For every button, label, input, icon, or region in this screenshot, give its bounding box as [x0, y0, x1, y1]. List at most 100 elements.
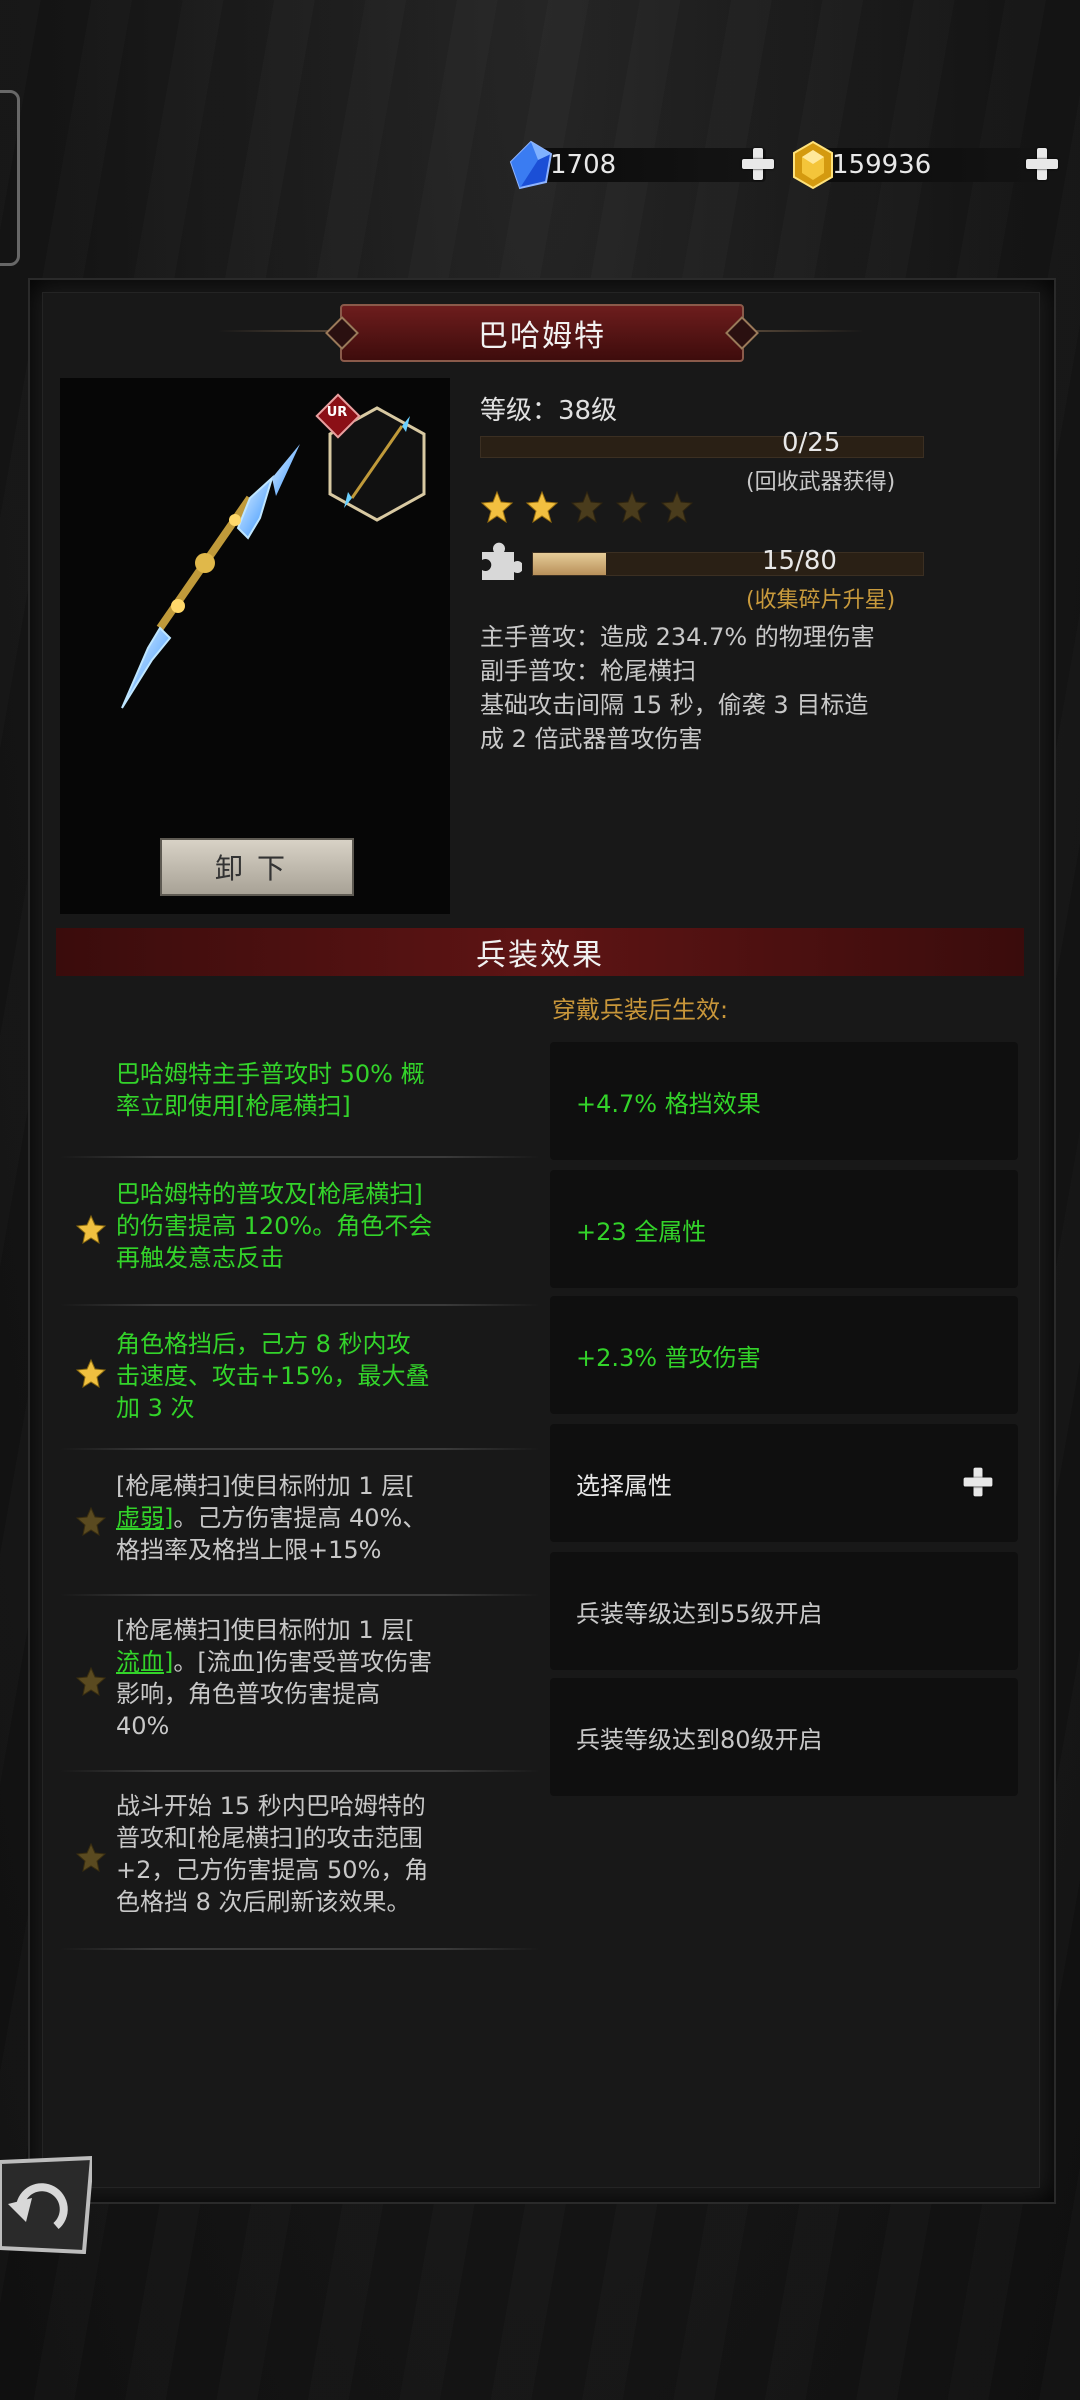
effect-line: 流血]。[流血]伤害受普攻伤害 — [116, 1646, 536, 1678]
unload-button-label: 卸下 — [214, 852, 299, 885]
exp-progress-text: 0/25 — [782, 428, 841, 458]
status-bar-faint — [596, 12, 776, 42]
description-line: 副手普攻：枪尾横扫 — [480, 657, 696, 685]
effect-divider — [60, 1770, 540, 1772]
effect-line: 击速度、攻击+15%，最大叠 — [116, 1362, 430, 1390]
effect-text: 战斗开始 15 秒内巴哈姆特的 普攻和[枪尾横扫]的攻击范围 +2，己方伤害提高… — [116, 1790, 536, 1918]
effect-line: 40% — [116, 1712, 170, 1740]
effect-line: 色格挡 8 次后刷新该效果。 — [116, 1888, 411, 1916]
attribute-value: +2.3% 普攻伤害 — [576, 1343, 761, 1372]
effect-item: 巴哈姆特的普攻及[枪尾横扫] 的伤害提高 120%。角色不会 再触发意志反击 — [60, 1178, 540, 1308]
effect-line: 加 3 次 — [116, 1394, 195, 1422]
add-gold-button[interactable] — [1024, 140, 1064, 190]
star-empty-icon — [660, 490, 694, 524]
add-gems-button[interactable] — [740, 140, 780, 190]
effect-item: [枪尾横扫]使目标附加 1 层[ 虚弱]。己方伤害提高 40%、 格挡率及格挡上… — [60, 1470, 540, 1600]
equipment-effects-title: 兵装效果 — [476, 938, 604, 973]
gold-count: 159936 — [832, 150, 932, 180]
weapon-title: 巴哈姆特 — [478, 319, 606, 354]
locked-attribute-slot: 兵装等级达到55级开启 — [550, 1552, 1018, 1670]
effect-text: [枪尾横扫]使目标附加 1 层[ 流血]。[流血]伤害受普攻伤害 影响，角色普攻… — [116, 1614, 536, 1742]
unload-button[interactable]: 卸下 — [160, 838, 354, 896]
keyword-bracket: ] — [164, 1504, 174, 1532]
select-attribute-label: 选择属性 — [576, 1471, 672, 1500]
equipment-effects-banner: 兵装效果 — [56, 928, 1024, 976]
effect-item: 角色格挡后，己方 8 秒内攻 击速度、攻击+15%，最大叠 加 3 次 — [60, 1328, 540, 1458]
weapon-image-box: UR — [60, 378, 450, 914]
effect-line: 虚弱]。己方伤害提高 40%、 — [116, 1502, 536, 1534]
description-line: 主手普攻：造成 234.7% 的物理伤害 — [480, 623, 875, 651]
effect-text: 角色格挡后，己方 8 秒内攻 击速度、攻击+15%，最大叠 加 3 次 — [116, 1328, 536, 1424]
effect-line: 率立即使用[枪尾横扫] — [116, 1092, 351, 1120]
shard-progress-fill — [533, 553, 607, 575]
star-icon — [76, 1506, 106, 1536]
effect-line: 巴哈姆特的普攻及[枪尾横扫] — [116, 1180, 423, 1208]
star-empty-icon — [570, 490, 604, 524]
weapon-title-banner: 巴哈姆特 — [325, 304, 759, 362]
weapon-description: 主手普攻：造成 234.7% 的物理伤害 副手普攻：枪尾横扫 基础攻击间隔 15… — [480, 620, 1000, 756]
plus-icon — [1024, 146, 1060, 182]
star-icon — [76, 1358, 106, 1388]
effect-keyword[interactable]: 虚弱 — [116, 1504, 164, 1532]
attribute-value: +23 全属性 — [576, 1217, 707, 1246]
plus-icon — [740, 146, 776, 182]
puzzle-piece-icon — [482, 542, 522, 580]
star-icon — [76, 1666, 106, 1696]
exp-progress-bar — [480, 436, 924, 458]
effect-item: 巴哈姆特主手普攻时 50% 概 率立即使用[枪尾横扫] — [60, 1058, 540, 1158]
star-filled-icon — [480, 490, 514, 524]
attribute-slot: +4.7% 格挡效果 — [550, 1042, 1018, 1160]
weapon-level: 等级：38级 — [480, 396, 618, 426]
effect-line: +2，己方伤害提高 50%，角 — [116, 1856, 429, 1884]
attribute-value: +4.7% 格挡效果 — [576, 1089, 761, 1118]
exp-hint: (回收武器获得) — [746, 470, 896, 495]
description-line: 基础攻击间隔 15 秒，偷袭 3 目标造 — [480, 691, 869, 719]
star-icon — [76, 1214, 106, 1244]
locked-attribute-label: 兵装等级达到55级开启 — [576, 1599, 823, 1628]
effect-line: 普攻和[枪尾横扫]的攻击范围 — [116, 1824, 423, 1852]
effect-text: 巴哈姆特主手普攻时 50% 概 率立即使用[枪尾横扫] — [116, 1058, 536, 1122]
star-empty-icon — [615, 490, 649, 524]
shard-progress-text: 15/80 — [762, 546, 837, 576]
description-line: 成 2 倍武器普攻伤害 — [480, 725, 703, 753]
attribute-slot: +2.3% 普攻伤害 — [550, 1296, 1018, 1414]
gold-coin-icon — [793, 140, 833, 190]
effect-line: 影响，角色普攻伤害提高 — [116, 1680, 380, 1708]
shard-hint: (收集碎片升星) — [746, 588, 896, 613]
effect-divider — [60, 1594, 540, 1596]
effect-line-rest: 。[流血]伤害受普攻伤害 — [173, 1648, 433, 1676]
locked-attribute-slot: 兵装等级达到80级开启 — [550, 1678, 1018, 1796]
left-edge-frame — [0, 90, 20, 266]
effect-keyword[interactable]: 流血 — [116, 1648, 164, 1676]
rarity-badge-text: UR — [326, 405, 348, 420]
gem-count: 1708 — [550, 150, 617, 180]
title-rule-left — [218, 330, 340, 332]
effect-line-rest: 。己方伤害提高 40%、 — [173, 1504, 427, 1532]
effect-text: 巴哈姆特的普攻及[枪尾横扫] 的伤害提高 120%。角色不会 再触发意志反击 — [116, 1178, 536, 1274]
effect-divider — [60, 1156, 540, 1158]
select-attribute-slot[interactable]: 选择属性 — [550, 1424, 1018, 1542]
star-icon — [76, 1842, 106, 1872]
effect-line: 格挡率及格挡上限+15% — [116, 1536, 382, 1564]
effect-line: 再触发意志反击 — [116, 1244, 284, 1272]
effect-line: [枪尾横扫]使目标附加 1 层[ — [116, 1472, 415, 1500]
blue-gem-icon — [509, 140, 553, 190]
effects-subtitle: 穿戴兵装后生效: — [552, 996, 729, 1024]
effect-line: [枪尾横扫]使目标附加 1 层[ — [116, 1616, 415, 1644]
effect-divider — [60, 1448, 540, 1450]
plus-icon — [962, 1466, 994, 1498]
locked-attribute-label: 兵装等级达到80级开启 — [576, 1725, 823, 1754]
keyword-bracket: ] — [164, 1648, 174, 1676]
effect-divider — [60, 1304, 540, 1306]
back-button[interactable] — [0, 2156, 92, 2254]
effect-line: 战斗开始 15 秒内巴哈姆特的 — [116, 1792, 426, 1820]
star-filled-icon — [525, 490, 559, 524]
effect-line: 的伤害提高 120%。角色不会 — [116, 1212, 433, 1240]
effect-text: [枪尾横扫]使目标附加 1 层[ 虚弱]。己方伤害提高 40%、 格挡率及格挡上… — [116, 1470, 536, 1566]
effect-line: 巴哈姆特主手普攻时 50% 概 — [116, 1060, 425, 1088]
shard-progress-bar — [532, 552, 924, 576]
effect-line: 角色格挡后，己方 8 秒内攻 — [116, 1330, 411, 1358]
effect-item: 战斗开始 15 秒内巴哈姆特的 普攻和[枪尾横扫]的攻击范围 +2，己方伤害提高… — [60, 1790, 540, 1950]
effect-divider — [60, 1948, 540, 1950]
effect-item: [枪尾横扫]使目标附加 1 层[ 流血]。[流血]伤害受普攻伤害 影响，角色普攻… — [60, 1614, 540, 1772]
